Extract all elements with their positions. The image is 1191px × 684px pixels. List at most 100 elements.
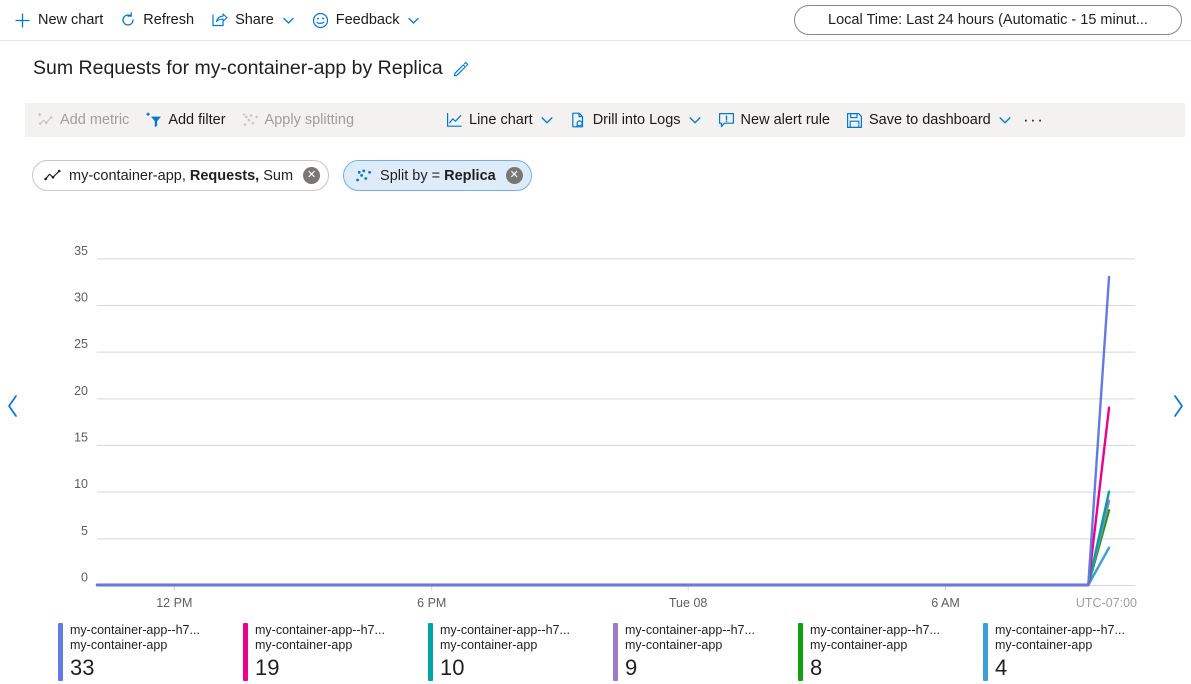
metric-pill-label: my-container-app, Requests, Sum — [69, 167, 294, 184]
chart-plot-area[interactable]: 0 5 10 15 20 25 30 35 12 PM 6 PM Tue 08 6 AM UTC-07:… — [0, 228, 1191, 618]
legend-item[interactable]: my-container-app--h7... my-container-app 3… — [58, 623, 243, 681]
legend-text: my-container-app--h7... my-container-app 9 — [625, 623, 755, 681]
add-filter-label: Add filter — [168, 112, 226, 128]
legend-color-swatch — [798, 623, 803, 681]
split-pill-label: Split by = Replica — [380, 167, 496, 184]
legend-series-resource: my-container-app — [70, 638, 168, 652]
y-axis-tick-label: 30 — [74, 291, 88, 305]
add-metric-label: Add metric — [60, 112, 130, 128]
legend-color-swatch — [58, 623, 63, 681]
chart-series-line[interactable] — [95, 490, 1111, 587]
feedback-smiley-icon — [312, 12, 329, 29]
refresh-button[interactable]: Refresh — [116, 4, 203, 36]
share-button[interactable]: Share — [207, 4, 304, 36]
legend-item[interactable]: my-container-app--h7... my-container-app 4 — [983, 623, 1168, 681]
legend-color-swatch — [428, 623, 433, 681]
feedback-button[interactable]: Feedback — [308, 4, 430, 36]
new-chart-button[interactable]: New chart — [10, 4, 112, 36]
legend-series-name: my-container-app--h7... — [995, 623, 1125, 637]
remove-split-icon[interactable]: ✕ — [505, 167, 523, 184]
legend-series-resource: my-container-app — [810, 638, 908, 652]
plus-icon — [14, 12, 31, 29]
line-chart-icon — [446, 112, 463, 128]
y-axis-tick-label: 35 — [74, 244, 88, 258]
save-to-dashboard-button[interactable]: Save to dashboard — [838, 106, 1020, 134]
legend-series-name: my-container-app--h7... — [440, 623, 570, 637]
y-axis-tick-label: 25 — [74, 337, 88, 351]
legend-series-resource: my-container-app — [625, 638, 723, 652]
chart-legend: my-container-app--h7... my-container-app 3… — [58, 623, 1168, 681]
chart-series-line[interactable] — [95, 509, 1111, 587]
time-range-picker[interactable]: Local Time: Last 24 hours (Automatic - 1… — [794, 5, 1182, 35]
legend-series-value: 4 — [995, 655, 1008, 680]
legend-series-name: my-container-app--h7... — [810, 623, 940, 637]
legend-series-resource: my-container-app — [255, 638, 353, 652]
chart-series-line[interactable] — [95, 406, 1111, 587]
legend-series-resource: my-container-app — [995, 638, 1093, 652]
refresh-icon — [120, 12, 136, 28]
drill-into-logs-icon — [570, 112, 587, 129]
chart-type-label: Line chart — [469, 112, 533, 128]
y-axis-tick-label: 20 — [74, 384, 88, 398]
more-options-label: ··· — [1022, 110, 1045, 129]
x-axis-tick-label: 6 PM — [417, 596, 446, 610]
legend-item[interactable]: my-container-app--h7... my-container-app 9 — [613, 623, 798, 681]
legend-color-swatch — [243, 623, 248, 681]
apply-splitting-label: Apply splitting — [264, 112, 355, 128]
legend-series-name: my-container-app--h7... — [70, 623, 200, 637]
legend-series-value: 9 — [625, 655, 638, 680]
add-filter-button[interactable]: Add filter — [137, 106, 233, 134]
apply-splitting-icon — [242, 112, 259, 128]
chart-series-line[interactable] — [95, 546, 1111, 587]
more-options-button[interactable]: ··· — [1020, 106, 1048, 134]
save-to-dashboard-label: Save to dashboard — [869, 112, 991, 128]
edit-title-pencil-icon[interactable] — [452, 60, 470, 78]
new-alert-rule-label: New alert rule — [740, 112, 830, 128]
y-axis-tick-label: 0 — [81, 571, 88, 585]
split-pill[interactable]: Split by = Replica ✕ — [343, 160, 532, 191]
chart-title-text: Sum Requests for my-container-app by Rep… — [33, 57, 443, 79]
time-range-label: Local Time: Last 24 hours (Automatic - 1… — [828, 12, 1148, 28]
top-command-bar-buttons: New chart Refresh Share Feedback — [0, 4, 429, 36]
x-axis-tick-label: 6 AM — [931, 596, 960, 610]
legend-series-value: 19 — [255, 655, 280, 680]
legend-series-name: my-container-app--h7... — [255, 623, 385, 637]
apply-splitting-button[interactable]: Apply splitting — [234, 106, 362, 134]
chart-type-button[interactable]: Line chart — [438, 106, 562, 134]
legend-text: my-container-app--h7... my-container-app 1… — [255, 623, 385, 681]
refresh-label: Refresh — [143, 12, 195, 28]
add-metric-button[interactable]: Add metric — [29, 106, 137, 134]
x-axis-tick-label: 12 PM — [156, 596, 192, 610]
splitting-icon — [355, 168, 372, 183]
chevron-down-icon[interactable] — [407, 14, 420, 27]
top-command-bar: New chart Refresh Share Feedback Local T… — [0, 0, 1191, 41]
metric-pills: my-container-app, Requests, Sum ✕ Split … — [32, 160, 532, 191]
legend-series-value: 10 — [440, 655, 465, 680]
metrics-explorer-page: New chart Refresh Share Feedback Local T… — [0, 0, 1191, 684]
x-axis-tick-label: Tue 08 — [669, 596, 708, 610]
legend-item[interactable]: my-container-app--h7... my-container-app 1… — [428, 623, 613, 681]
legend-color-swatch — [613, 623, 618, 681]
legend-text: my-container-app--h7... my-container-app 8 — [810, 623, 940, 681]
chevron-down-icon[interactable] — [540, 113, 554, 127]
chevron-down-icon[interactable] — [282, 14, 295, 27]
legend-text: my-container-app--h7... my-container-app 4 — [995, 623, 1125, 681]
legend-item[interactable]: my-container-app--h7... my-container-app 8 — [798, 623, 983, 681]
new-alert-rule-icon — [718, 112, 735, 129]
legend-color-swatch — [983, 623, 988, 681]
y-axis-tick-label: 5 — [81, 524, 88, 538]
chevron-down-icon[interactable] — [688, 113, 702, 127]
remove-metric-icon[interactable]: ✕ — [303, 167, 321, 184]
legend-item[interactable]: my-container-app--h7... my-container-app 1… — [243, 623, 428, 681]
page-title: Sum Requests for my-container-app by Rep… — [33, 57, 470, 80]
legend-text: my-container-app--h7... my-container-app 1… — [440, 623, 570, 681]
metric-pill[interactable]: my-container-app, Requests, Sum ✕ — [32, 160, 330, 191]
drill-into-logs-button[interactable]: Drill into Logs — [562, 106, 710, 134]
chart-series-line[interactable] — [95, 499, 1111, 587]
chart-toolbar: Add metric Add filter Apply splitting Li… — [25, 103, 1185, 137]
legend-series-value: 33 — [70, 655, 95, 680]
metric-line-icon — [44, 169, 61, 182]
line-chart-svg[interactable]: 0 5 10 15 20 25 30 35 12 PM 6 PM Tue 08 6 AM UTC-07:… — [0, 228, 1191, 618]
chevron-down-icon[interactable] — [998, 113, 1012, 127]
new-alert-rule-button[interactable]: New alert rule — [710, 106, 838, 134]
